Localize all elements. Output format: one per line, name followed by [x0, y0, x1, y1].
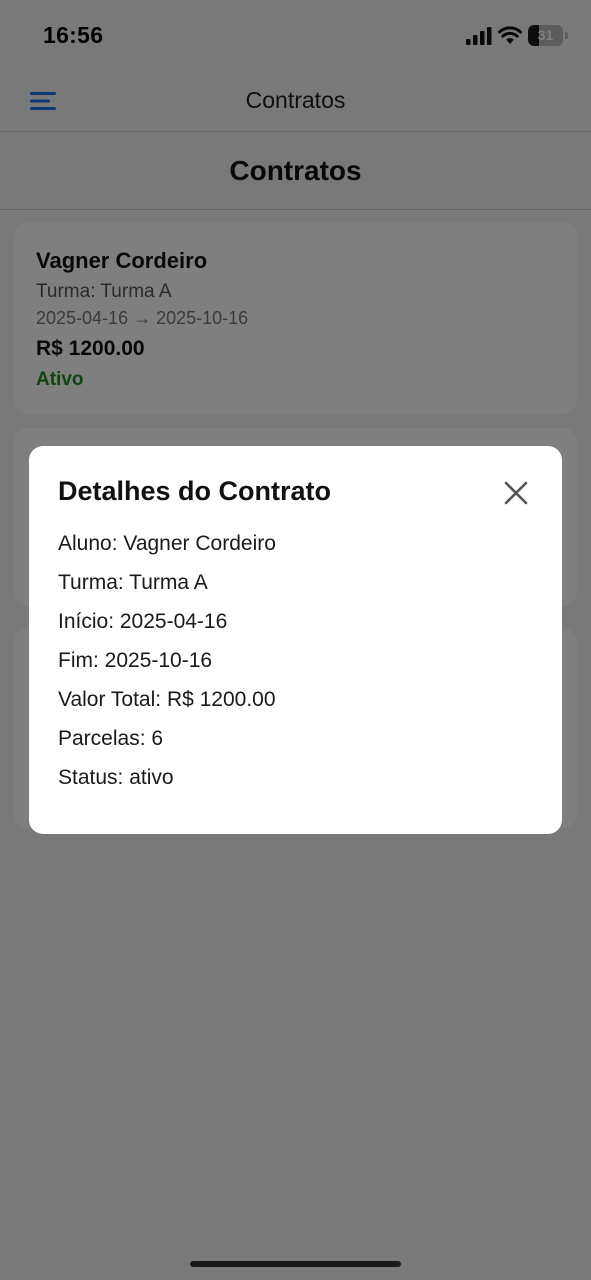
close-button[interactable] — [495, 472, 537, 514]
detail-aluno: Aluno: Vagner Cordeiro — [58, 532, 276, 555]
detail-status: Status: ativo — [58, 766, 174, 789]
detail-parcelas: Parcelas: 6 — [58, 727, 164, 750]
detail-turma: Turma: Turma A — [58, 571, 208, 594]
home-indicator — [190, 1261, 401, 1267]
detail-fim: Fim: 2025-10-16 — [58, 649, 213, 672]
modal-title: Detalhes do Contrato — [58, 476, 332, 506]
detail-valor-total: Valor Total: R$ 1200.00 — [58, 688, 276, 711]
close-icon — [504, 481, 528, 505]
contract-details-modal: Detalhes do Contrato Aluno: Vagner Corde… — [29, 446, 562, 834]
detail-inicio: Início: 2025-04-16 — [58, 610, 228, 633]
